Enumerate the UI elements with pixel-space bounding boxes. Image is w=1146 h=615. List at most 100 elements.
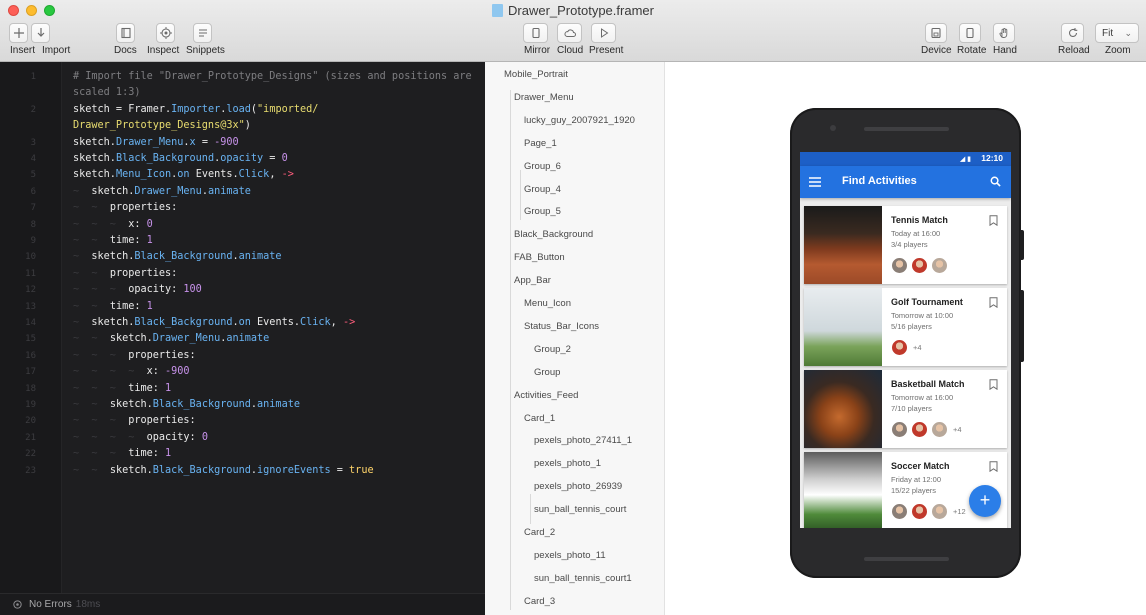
hand-label: Hand: [993, 45, 1017, 56]
activity-photo: [804, 452, 882, 528]
mirror-button[interactable]: [523, 23, 548, 43]
layer-item[interactable]: pexels_photo_1: [534, 457, 601, 471]
app-bar: Find Activities: [800, 166, 1011, 198]
rotate-button[interactable]: [959, 23, 981, 43]
layer-item[interactable]: pexels_photo_26939: [534, 480, 622, 494]
code-line[interactable]: 14 ~ sketch.Black_Background.on Events.Cl…: [0, 315, 485, 331]
code-line[interactable]: 2 sketch = Framer.Importer.load("imported…: [0, 102, 485, 118]
activity-card[interactable]: Basketball Match Tomorrow at 16:00 7/10 pl…: [804, 370, 1007, 448]
search-icon[interactable]: [990, 176, 1001, 187]
code-line[interactable]: 17 ~ ~ ~ ~ x: -900: [0, 364, 485, 380]
code-line[interactable]: 7 ~ ~ properties:: [0, 200, 485, 216]
code-line[interactable]: 4 sketch.Black_Background.opacity = 0: [0, 151, 485, 167]
minimize-window-button[interactable]: [26, 5, 37, 16]
inspect-button[interactable]: [156, 23, 175, 43]
bookmark-icon[interactable]: [989, 461, 998, 472]
layer-item[interactable]: Group_5: [524, 205, 561, 219]
code-line[interactable]: 3 sketch.Drawer_Menu.x = -900: [0, 135, 485, 151]
activity-time: Friday at 12:00: [891, 475, 942, 484]
layer-item[interactable]: Group_6: [524, 160, 561, 174]
code-token: ~ ~: [73, 235, 110, 246]
code-line[interactable]: 12 ~ ~ ~ opacity: 100: [0, 282, 485, 298]
line-number: 11: [25, 268, 36, 279]
code-line[interactable]: 21 ~ ~ ~ ~ opacity: 0: [0, 430, 485, 446]
code-line[interactable]: 13 ~ ~ time: 1: [0, 299, 485, 315]
layer-item[interactable]: pexels_photo_11: [534, 549, 606, 563]
layer-item[interactable]: Activities_Feed: [514, 389, 578, 403]
editor-status-bar: No Errors 18ms: [0, 593, 485, 615]
close-window-button[interactable]: [8, 5, 19, 16]
layer-item[interactable]: Card_2: [524, 526, 555, 540]
layer-item[interactable]: Group: [534, 366, 560, 380]
import-button[interactable]: [31, 23, 50, 43]
line-number: 5: [30, 170, 36, 181]
fab-add-button[interactable]: +: [969, 485, 1001, 517]
code-line[interactable]: 18 ~ ~ ~ time: 1: [0, 381, 485, 397]
layer-item[interactable]: App_Bar: [514, 274, 551, 288]
snippets-button[interactable]: [193, 23, 212, 43]
layer-item[interactable]: Drawer_Menu: [514, 91, 574, 105]
activity-card[interactable]: Tennis Match Today at 16:00 3/4 players: [804, 206, 1007, 284]
code-line[interactable]: Drawer_Prototype_Designs@3x"): [0, 118, 485, 134]
bookmark-icon[interactable]: [989, 297, 998, 308]
code-line[interactable]: 1 # Import file "Drawer_Prototype_Designs…: [0, 69, 485, 85]
layer-item[interactable]: FAB_Button: [514, 251, 565, 265]
line-number: 10: [25, 252, 36, 263]
code-line[interactable]: 20 ~ ~ ~ properties:: [0, 413, 485, 429]
code-token: ~ ~: [73, 333, 110, 345]
line-number: 16: [25, 350, 36, 361]
layer-item[interactable]: Page_1: [524, 137, 557, 151]
code-token: =: [263, 153, 282, 164]
code-token: ,: [330, 317, 343, 328]
layer-item[interactable]: Black_Background: [514, 228, 593, 242]
avatar: [931, 502, 948, 520]
hand-button[interactable]: [993, 23, 1015, 43]
layer-item[interactable]: lucky_guy_2007921_1920: [524, 114, 635, 128]
code-line[interactable]: 19 ~ ~ sketch.Black_Background.animate: [0, 397, 485, 413]
code-token: animate: [226, 333, 270, 345]
layer-item[interactable]: sun_ball_tennis_court1: [534, 572, 632, 586]
code-text: ~ sketch.Black_Background.on Events.Clic…: [73, 315, 355, 331]
cloud-button[interactable]: [557, 23, 582, 43]
layer-item[interactable]: Group_2: [534, 343, 571, 357]
code-line[interactable]: 11 ~ ~ properties:: [0, 266, 485, 282]
activity-players: 15/22 players: [891, 486, 937, 495]
layer-item[interactable]: Card_1: [524, 412, 555, 426]
device-button[interactable]: [925, 23, 947, 43]
code-line[interactable]: 10 ~ sketch.Black_Background.animate: [0, 249, 485, 265]
code-token: Events.: [189, 169, 239, 181]
layer-item[interactable]: pexels_photo_27411_1: [534, 434, 632, 448]
layer-item[interactable]: Card_3: [524, 595, 555, 609]
code-line[interactable]: 16 ~ ~ ~ properties:: [0, 348, 485, 364]
code-line[interactable]: 15 ~ ~ sketch.Drawer_Menu.animate: [0, 331, 485, 347]
activity-title: Tennis Match: [891, 215, 948, 225]
maximize-window-button[interactable]: [44, 5, 55, 16]
layer-item[interactable]: Mobile_Portrait: [504, 68, 568, 82]
code-line[interactable]: 6 ~ sketch.Drawer_Menu.animate: [0, 184, 485, 200]
bookmark-icon[interactable]: [989, 215, 998, 226]
cloud-label: Cloud: [557, 45, 584, 56]
layer-item[interactable]: sun_ball_tennis_court: [534, 503, 626, 517]
code-token: opacity:: [128, 284, 184, 296]
insert-button[interactable]: [9, 23, 28, 43]
layer-item[interactable]: Status_Bar_Icons: [524, 320, 599, 334]
menu-icon[interactable]: [809, 177, 821, 187]
layer-item[interactable]: Group_4: [524, 183, 561, 197]
layer-item[interactable]: Menu_Icon: [524, 297, 571, 311]
code-line[interactable]: 9 ~ ~ time: 1: [0, 233, 485, 249]
bookmark-icon[interactable]: [989, 379, 998, 390]
code-editor[interactable]: 1 # Import file "Drawer_Prototype_Designs…: [0, 62, 485, 615]
player-avatars: +4: [891, 420, 962, 438]
reload-button[interactable]: [1061, 23, 1084, 43]
zoom-select[interactable]: Fit ⌄: [1095, 23, 1139, 43]
code-line[interactable]: scaled 1:3): [0, 85, 485, 101]
code-line[interactable]: 5 sketch.Menu_Icon.on Events.Click, ->: [0, 167, 485, 183]
activity-card[interactable]: Golf Tournament Tomorrow at 10:00 5/16 pla…: [804, 288, 1007, 366]
code-line[interactable]: 22 ~ ~ ~ time: 1: [0, 446, 485, 462]
docs-button[interactable]: [116, 23, 135, 43]
zoom-value: Fit: [1102, 27, 1114, 39]
present-button[interactable]: [591, 23, 616, 43]
code-line[interactable]: 8 ~ ~ ~ x: 0: [0, 217, 485, 233]
code-line[interactable]: 23 ~ ~ sketch.Black_Background.ignoreEven…: [0, 463, 485, 479]
code-text: ~ ~ ~ properties:: [73, 413, 196, 429]
